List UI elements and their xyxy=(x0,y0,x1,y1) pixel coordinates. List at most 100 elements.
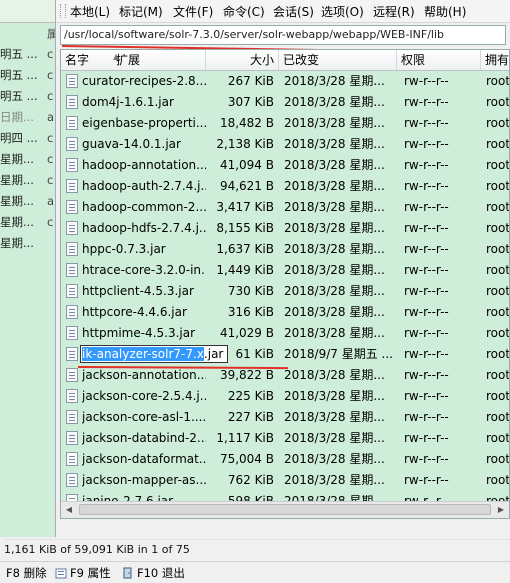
local-item-date: 明五 ... xyxy=(0,47,38,61)
file-permissions: rw-r--r-- xyxy=(404,389,449,403)
file-modified: 2018/3/28 星期... xyxy=(284,221,385,235)
file-modified: 2018/3/28 星期... xyxy=(284,263,385,277)
file-owner: root xyxy=(486,137,510,151)
file-row[interactable]: hppc-0.7.3.jar 1,637 KiB 2018/3/28 星期... rw… xyxy=(61,239,509,260)
f10-exit-button[interactable]: F10 退出 xyxy=(122,565,185,581)
horizontal-scrollbar[interactable]: ◀ ▶ xyxy=(61,501,509,518)
file-row[interactable]: jackson-core-2.5.4.j... 225 KiB 2018/3/28 … xyxy=(61,386,509,407)
file-name: hadoop-hdfs-2.7.4.j... xyxy=(82,221,206,235)
local-list-item[interactable]: 星期... a xyxy=(0,191,55,212)
file-size: 225 KiB xyxy=(227,389,274,403)
file-icon xyxy=(66,452,78,466)
file-owner: root xyxy=(486,158,510,172)
menu-file[interactable]: 文件(F) xyxy=(173,3,213,20)
file-owner: root xyxy=(486,284,510,298)
f8-delete-label: F8 删除 xyxy=(6,566,47,580)
file-row[interactable]: hadoop-common-2... 3,417 KiB 2018/3/28 星期.… xyxy=(61,197,509,218)
file-name: jackson-core-2.5.4.j... xyxy=(82,389,206,403)
file-row[interactable]: guava-14.0.1.jar 2,138 KiB 2018/3/28 星期...… xyxy=(61,134,510,155)
toolbar-grip[interactable] xyxy=(60,4,66,18)
local-list-item[interactable]: 明五 ... c xyxy=(0,65,55,86)
file-size: 2,138 KiB xyxy=(216,137,274,151)
local-item-attr: c xyxy=(47,89,54,103)
local-list-item[interactable]: 日期... a xyxy=(0,107,55,128)
file-modified: 2018/3/28 星期... xyxy=(284,389,385,403)
file-row[interactable]: httpcore-4.4.6.jar 316 KiB 2018/3/28 星期...… xyxy=(61,302,509,323)
menu-commands[interactable]: 命令(C) xyxy=(223,3,265,20)
local-column-header-fragment[interactable]: 属 xyxy=(47,26,55,42)
file-modified: 2018/3/28 星期... xyxy=(284,200,385,214)
f9-properties-label: F9 属性 xyxy=(70,566,111,580)
file-row[interactable]: htrace-core-3.2.0-in... 1,449 KiB 2018/3/2… xyxy=(61,260,509,281)
column-permissions[interactable]: 权限 xyxy=(397,50,481,70)
file-name: jackson-databind-2... xyxy=(82,431,206,445)
file-row[interactable]: hadoop-annotation... 41,094 B 2018/3/28 星期… xyxy=(61,155,510,176)
file-permissions: rw-r--r-- xyxy=(404,452,449,466)
local-list-item[interactable]: 明四 ... c xyxy=(0,128,55,149)
file-owner: root xyxy=(486,473,510,487)
menu-local[interactable]: 本地(L) xyxy=(70,3,110,20)
rename-selected-text: ik-analyzer-solr7-7.x xyxy=(82,347,204,361)
local-list-item[interactable]: 星期... c xyxy=(0,212,55,233)
file-permissions: rw-r--r-- xyxy=(404,368,449,382)
file-icon xyxy=(66,95,78,109)
local-item-attr: c xyxy=(47,152,54,166)
file-name: hadoop-annotation... xyxy=(82,158,206,172)
column-name[interactable]: 名字 扩展 xyxy=(61,50,206,70)
file-permissions: rw-r--r-- xyxy=(404,200,449,214)
remote-file-list[interactable]: 名字 扩展 ▲ 大小 已改变 权限 拥有 curator-recipes-2.8… xyxy=(60,49,510,519)
file-name: htrace-core-3.2.0-in... xyxy=(82,263,206,277)
local-list-item[interactable]: 明五 ... c xyxy=(0,44,55,65)
column-modified[interactable]: 已改变 xyxy=(279,50,397,70)
scroll-right-icon[interactable]: ▶ xyxy=(493,502,509,518)
file-size: 762 KiB xyxy=(227,473,274,487)
file-row[interactable]: ik-analyzer-solr7-7.x.jar 61 KiB 2018/9/7 … xyxy=(61,344,509,365)
local-file-panel[interactable]: 属 明五 ...c明五 ...c明五 ...c日期...a明四 ...c星期..… xyxy=(0,0,56,537)
remote-path-field[interactable]: /usr/local/software/solr-7.3.0/server/so… xyxy=(60,25,506,45)
file-permissions: rw-r--r-- xyxy=(404,473,449,487)
file-row[interactable]: jackson-mapper-as... 762 KiB 2018/3/28 星期.… xyxy=(61,470,510,491)
f8-delete-button[interactable]: F8 删除 xyxy=(6,565,47,581)
file-row[interactable]: jackson-databind-2... 1,117 KiB 2018/3/28 … xyxy=(61,428,510,449)
local-list-item[interactable]: 星期... c xyxy=(0,149,55,170)
file-icon xyxy=(66,242,78,256)
file-size: 94,621 B xyxy=(219,179,274,193)
scroll-left-icon[interactable]: ◀ xyxy=(61,502,77,518)
file-row[interactable]: curator-recipes-2.8... 267 KiB 2018/3/28 星… xyxy=(61,71,509,92)
menu-options[interactable]: 选项(O) xyxy=(321,3,364,20)
file-row[interactable]: httpmime-4.5.3.jar 41,029 B 2018/3/28 星期..… xyxy=(61,323,509,344)
menu-remote[interactable]: 远程(R) xyxy=(373,3,415,20)
file-row[interactable]: hadoop-auth-2.7.4.j... 94,621 B 2018/3/28 … xyxy=(61,176,509,197)
file-name: hadoop-common-2... xyxy=(82,200,206,214)
file-row[interactable]: eigenbase-properti... 18,482 B 2018/3/28 星… xyxy=(61,113,509,134)
menu-mark[interactable]: 标记(M) xyxy=(119,3,163,20)
file-row[interactable]: hadoop-hdfs-2.7.4.j... 8,155 KiB 2018/3/28… xyxy=(61,218,509,239)
file-icon xyxy=(66,263,78,277)
menu-session[interactable]: 会话(S) xyxy=(273,3,314,20)
file-owner: root xyxy=(486,431,510,445)
column-size[interactable]: 大小 xyxy=(206,50,279,70)
menu-help[interactable]: 帮助(H) xyxy=(424,3,466,20)
file-row[interactable]: httpclient-4.5.3.jar 730 KiB 2018/3/28 星期.… xyxy=(61,281,510,302)
local-list-item[interactable]: 星期... c xyxy=(0,170,55,191)
file-modified: 2018/3/28 星期... xyxy=(284,179,385,193)
file-row[interactable]: jackson-core-asl-1.... 227 KiB 2018/3/28 星… xyxy=(61,407,509,428)
file-size: 1,117 KiB xyxy=(216,431,274,445)
local-item-date: 日期... xyxy=(0,110,34,124)
file-row[interactable]: dom4j-1.6.1.jar 307 KiB 2018/3/28 星期... rw-… xyxy=(61,92,509,113)
file-modified: 2018/3/28 星期... xyxy=(284,242,385,256)
file-name: dom4j-1.6.1.jar xyxy=(82,95,174,109)
file-modified: 2018/3/28 星期... xyxy=(284,431,385,445)
file-name: httpclient-4.5.3.jar xyxy=(82,284,194,298)
file-row[interactable]: jackson-dataformat... 75,004 B 2018/3/28 星… xyxy=(61,449,509,470)
local-list-item[interactable]: 明五 ... c xyxy=(0,86,55,107)
scrollbar-thumb[interactable] xyxy=(79,504,491,515)
file-modified: 2018/3/28 星期... xyxy=(284,368,385,382)
file-icon xyxy=(66,410,78,424)
column-owner[interactable]: 拥有 xyxy=(481,50,509,70)
f9-properties-button[interactable]: F9 属性 xyxy=(55,565,111,581)
local-list-item[interactable]: 星期... xyxy=(0,233,55,254)
column-ext[interactable]: 扩展 xyxy=(116,50,140,70)
remote-file-panel: 本地(L) 标记(M) 文件(F) 命令(C) 会话(S) 选项(O) 远程(R… xyxy=(56,0,510,537)
file-icon xyxy=(66,326,78,340)
